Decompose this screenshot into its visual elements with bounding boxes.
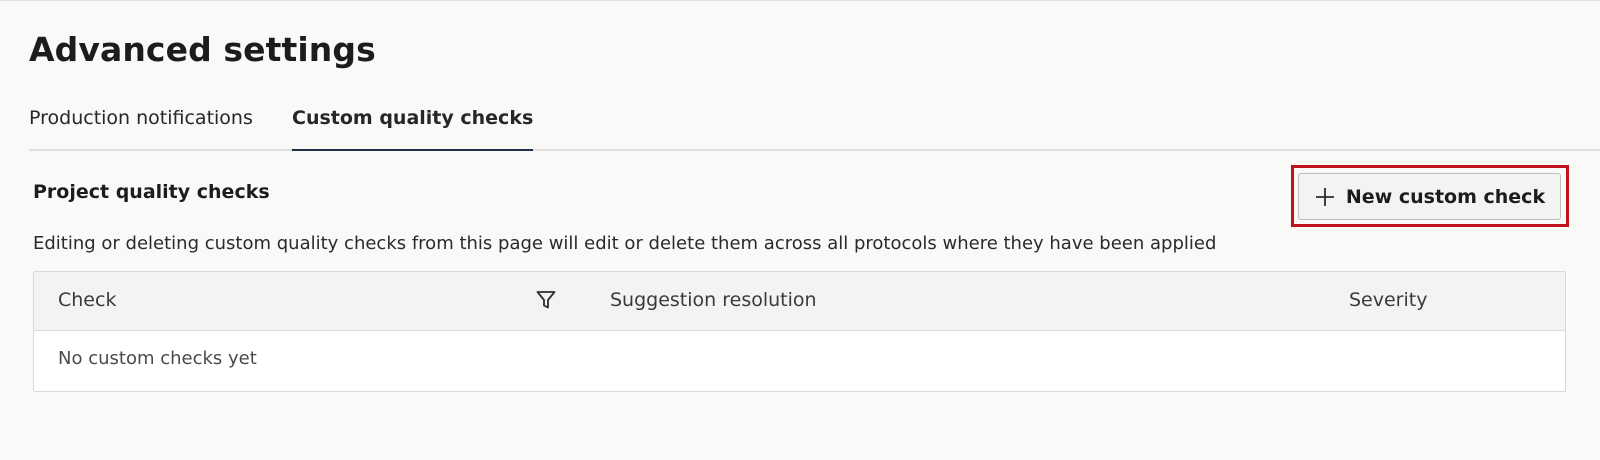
new-custom-check-button[interactable]: New custom check	[1298, 173, 1561, 220]
empty-state-row: No custom checks yet	[34, 331, 1565, 391]
column-header-suggestion-resolution: Suggestion resolution	[610, 289, 817, 311]
active-tab-indicator	[292, 149, 534, 151]
tab-label: Production notifications	[29, 107, 253, 129]
section-title: Project quality checks	[33, 181, 270, 203]
new-custom-check-label: New custom check	[1345, 185, 1546, 208]
filter-icon[interactable]	[535, 289, 557, 311]
tab-bar: Production notifications Custom quality …	[29, 103, 1600, 151]
tab-label: Custom quality checks	[292, 107, 534, 129]
section-description: Editing or deleting custom quality check…	[33, 233, 1217, 254]
table-header: Check Suggestion resolution Severity	[34, 272, 1565, 331]
empty-state-message: No custom checks yet	[58, 348, 257, 369]
column-header-severity: Severity	[1349, 289, 1428, 311]
column-header-check: Check	[58, 289, 117, 311]
plus-icon	[1315, 187, 1334, 206]
page-title: Advanced settings	[29, 30, 376, 69]
top-border	[0, 0, 1600, 1]
tab-custom-quality-checks[interactable]: Custom quality checks	[292, 103, 534, 151]
custom-checks-table: Check Suggestion resolution Severity No …	[33, 271, 1566, 392]
tab-production-notifications[interactable]: Production notifications	[29, 103, 253, 149]
